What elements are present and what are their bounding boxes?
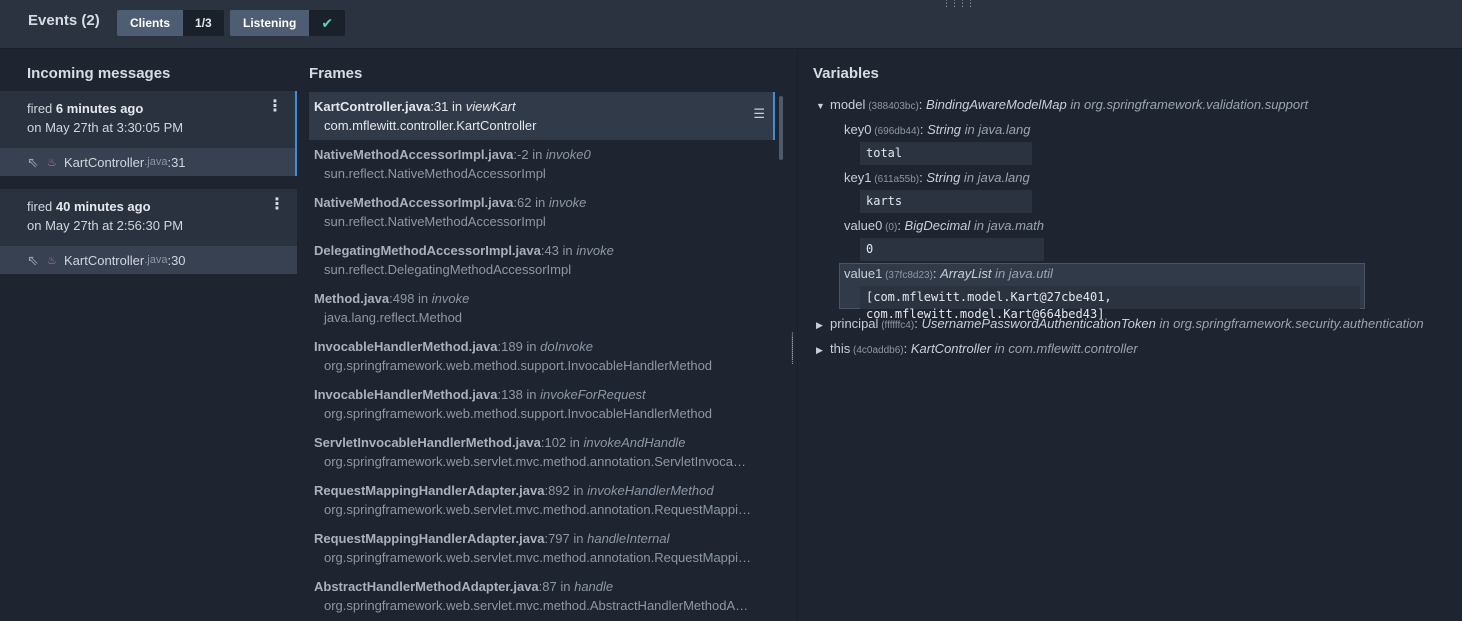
arrow-up-left-icon: ⇖ [27,153,39,170]
top-bar: Events (2) Clients 1/3 Listening ✔ ⋮⋮⋮⋮ [0,0,1462,49]
panel-divider [797,49,798,621]
frame-package: sun.reflect.DelegatingMethodAccessorImpl [324,262,572,277]
java-icon: ♨ [47,156,57,169]
frame-location: KartController.java:31 in viewKart [314,99,516,114]
more-options-icon[interactable]: ⋮ [267,99,283,115]
location-line: :31 [167,154,186,170]
var-value[interactable]: [com.mflewitt.model.Kart@27cbe401, com.m… [860,286,1360,321]
list-icon[interactable]: ☰ [753,106,765,122]
frame-package: sun.reflect.NativeMethodAccessorImpl [324,214,546,229]
var-value[interactable]: karts [860,190,1032,213]
var-principal[interactable]: ▶ principal (ffffffc4): UsernamePasswordA… [816,316,1424,331]
more-options-icon[interactable]: ⋮ [269,197,285,213]
collapsed-triangle-icon[interactable]: ▶ [816,345,830,356]
frame-row[interactable]: AbstractHandlerMethodAdapter.java:87 in … [309,572,775,620]
arrow-up-left-icon: ⇖ [27,251,39,268]
frame-row[interactable]: Method.java:498 in invoke java.lang.refle… [309,284,775,332]
frame-package: org.springframework.web.servlet.mvc.meth… [324,598,749,613]
clients-count: 1/3 [183,10,224,36]
frame-location: Method.java:498 in invoke [314,291,470,306]
frames-title: Frames [309,65,363,82]
clients-toggle[interactable]: Clients 1/3 [117,10,224,36]
frame-row[interactable]: KartController.java:31 in viewKart com.mf… [309,92,775,140]
frame-package: org.springframework.web.servlet.mvc.meth… [324,550,752,565]
expanded-triangle-icon[interactable]: ▼ [816,101,830,111]
frame-package: java.lang.reflect.Method [324,310,463,325]
drag-handle-icon[interactable]: ⋮⋮⋮⋮ [942,0,975,8]
listening-label: Listening [230,10,310,36]
frame-location: ServletInvocableHandlerMethod.java:102 i… [314,435,686,450]
clients-label: Clients [117,10,184,36]
var-child-row[interactable]: key0 (696db44): String in java.lang [844,122,1030,137]
frame-location: RequestMappingHandlerAdapter.java:892 in… [314,483,714,498]
frame-location: RequestMappingHandlerAdapter.java:797 in… [314,531,670,546]
frames-scrollbar[interactable] [779,96,783,160]
fired-date: on May 27th at 3:30:05 PM [27,120,184,135]
frame-location: NativeMethodAccessorImpl.java:62 in invo… [314,195,587,210]
frame-row[interactable]: RequestMappingHandlerAdapter.java:892 in… [309,476,775,524]
frame-package: org.springframework.web.servlet.mvc.meth… [324,454,746,469]
frame-row[interactable]: InvocableHandlerMethod.java:189 in doInv… [309,332,775,380]
frame-row[interactable]: InvocableHandlerMethod.java:138 in invok… [309,380,775,428]
location-ext: .java [144,254,168,266]
location-line: :30 [167,252,186,268]
incoming-messages-title: Incoming messages [27,65,171,82]
listening-toggle[interactable]: Listening ✔ [230,10,346,36]
location-class: KartController [64,252,145,268]
message-location[interactable]: ⇖ ♨ KartController .java:31 [0,148,295,176]
message-item[interactable]: fired 40 minutes ago on May 27th at 2:56… [0,189,297,274]
var-child-row[interactable]: value1 (37fc8d23): ArrayList in java.uti… [844,266,1053,281]
frame-row[interactable]: DelegatingMethodAccessorImpl.java:43 in … [309,236,775,284]
var-this[interactable]: ▶ this (4c0addb6): KartController in com.… [816,341,1138,356]
checkmark-icon: ✔ [309,10,346,36]
frame-package: com.mflewitt.controller.KartController [324,118,537,133]
frame-package: org.springframework.web.method.support.I… [324,358,713,373]
frame-row[interactable]: NativeMethodAccessorImpl.java:62 in invo… [309,188,775,236]
fired-date: on May 27th at 2:56:30 PM [27,218,184,233]
events-title: Events (2) [28,12,100,29]
message-item[interactable]: fired 6 minutes ago on May 27th at 3:30:… [0,91,297,176]
java-icon: ♨ [47,254,57,267]
splitter-handle-icon[interactable]: ⁞ ⁞ ⁞ ⁞ ⁞ ⁞ ⁞ [791,333,794,367]
frame-row[interactable]: RequestMappingHandlerAdapter.java:797 in… [309,524,775,572]
location-ext: .java [144,156,168,168]
message-location[interactable]: ⇖ ♨ KartController .java:30 [0,246,297,274]
variables-title: Variables [813,65,879,82]
var-value[interactable]: 0 [860,238,1044,261]
frame-row[interactable]: ServletInvocableHandlerMethod.java:102 i… [309,428,775,476]
collapsed-triangle-icon[interactable]: ▶ [816,320,830,331]
frame-location: InvocableHandlerMethod.java:138 in invok… [314,387,646,402]
frame-package: sun.reflect.NativeMethodAccessorImpl [324,166,546,181]
location-class: KartController [64,154,145,170]
frame-row[interactable]: NativeMethodAccessorImpl.java:-2 in invo… [309,140,775,188]
var-child-row[interactable]: key1 (611a55b): String in java.lang [844,170,1030,185]
frame-package: org.springframework.web.method.support.I… [324,406,713,421]
var-child-row[interactable]: value0 (0): BigDecimal in java.math [844,218,1044,233]
frame-package: org.springframework.web.servlet.mvc.meth… [324,502,752,517]
var-model[interactable]: ▼ model (388403bc): BindingAwareModelMap … [816,97,1308,112]
var-value[interactable]: total [860,142,1032,165]
frame-location: DelegatingMethodAccessorImpl.java:43 in … [314,243,614,258]
frame-location: AbstractHandlerMethodAdapter.java:87 in … [314,579,614,594]
fired-text: fired 40 minutes ago [27,199,151,214]
frame-location: NativeMethodAccessorImpl.java:-2 in invo… [314,147,591,162]
fired-text: fired 6 minutes ago [27,101,144,116]
frame-location: InvocableHandlerMethod.java:189 in doInv… [314,339,593,354]
